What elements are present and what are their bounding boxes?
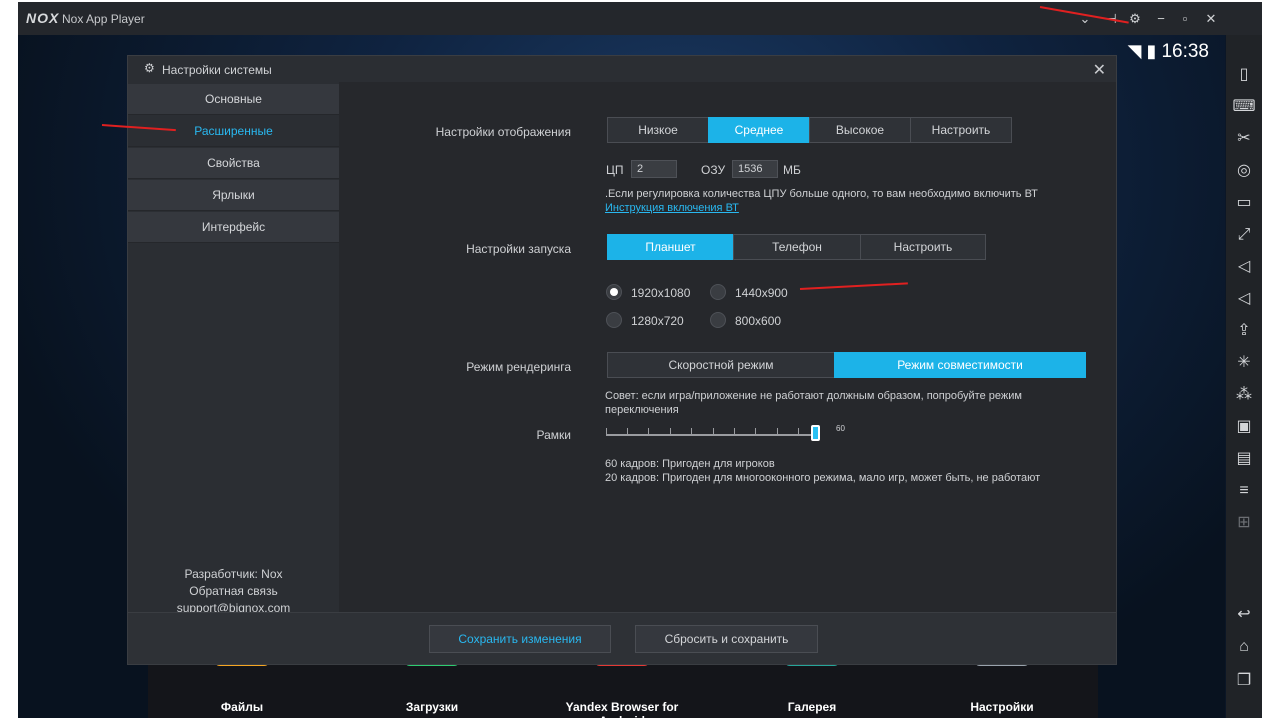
save-changes-button[interactable]: Сохранить изменения bbox=[429, 625, 611, 653]
cpu-label: ЦП bbox=[606, 163, 624, 177]
dock-label-yandex: Yandex Browser for Android bbox=[565, 700, 679, 718]
nox-logo: NOX bbox=[26, 10, 60, 26]
nav-item-advanced[interactable]: Расширенные bbox=[128, 116, 339, 147]
startup-phone-option[interactable]: Телефон bbox=[733, 234, 861, 260]
render-compat-option[interactable]: Режим совместимости bbox=[834, 352, 1086, 378]
resolution-1280-radio[interactable] bbox=[606, 312, 622, 328]
nav-item-interface[interactable]: Интерфейс bbox=[128, 212, 339, 243]
home-icon[interactable]: ⌂ bbox=[1232, 635, 1256, 659]
developer-text: Разработчик: Nox bbox=[184, 567, 283, 581]
signal-icon: ▮ bbox=[1146, 41, 1157, 61]
frames-note-60: 60 кадров: Пригоден для игроков bbox=[605, 458, 775, 470]
dialog-title-bar: ⚙ Настройки системы ✕ bbox=[128, 56, 1116, 82]
location-icon[interactable]: ◎ bbox=[1232, 159, 1256, 183]
feedback-text: Обратная связь bbox=[189, 584, 278, 598]
screenshot-icon[interactable]: ⊞ bbox=[1232, 511, 1256, 535]
dock-label-downloads: Загрузки bbox=[405, 700, 459, 714]
slider-track bbox=[606, 434, 820, 436]
resolution-800-label: 800x600 bbox=[735, 314, 782, 328]
menu-icon[interactable]: ≡ bbox=[1232, 479, 1256, 503]
status-bar: ◥ ▮ 16:38 bbox=[1128, 41, 1209, 63]
startup-custom-option[interactable]: Настроить bbox=[860, 234, 986, 260]
resolution-1920-radio[interactable] bbox=[606, 284, 622, 300]
render-speed-option[interactable]: Скоростной режим bbox=[607, 352, 835, 378]
frames-slider[interactable] bbox=[606, 420, 826, 444]
reset-and-save-button[interactable]: Сбросить и сохранить bbox=[635, 625, 818, 653]
dock-label-gallery: Галерея bbox=[787, 700, 837, 714]
display-medium-option[interactable]: Среднее bbox=[708, 117, 810, 143]
startup-settings-label: Настройки запуска bbox=[466, 242, 571, 256]
ram-label: ОЗУ bbox=[701, 163, 726, 177]
nav-item-shortcuts[interactable]: Ярлыки bbox=[128, 180, 339, 211]
vt-instructions-link[interactable]: Инструкция включения ВТ bbox=[605, 202, 739, 214]
settings-dialog: ⚙ Настройки системы ✕ Основные Расширенн… bbox=[127, 55, 1117, 665]
resolution-800-radio[interactable] bbox=[710, 312, 726, 328]
dialog-title: Настройки системы bbox=[162, 63, 272, 77]
dialog-close-icon[interactable]: ✕ bbox=[1093, 60, 1106, 80]
frames-value: 60 bbox=[836, 424, 845, 433]
startup-tablet-option[interactable]: Планшет bbox=[607, 234, 734, 260]
resolution-1280-label: 1280x720 bbox=[631, 314, 684, 328]
display-high-option[interactable]: Высокое bbox=[809, 117, 911, 143]
resolution-1440-label: 1440x900 bbox=[735, 286, 788, 300]
ram-unit: МБ bbox=[783, 163, 801, 177]
volume-up-icon[interactable]: ◁ bbox=[1232, 255, 1256, 279]
dock-label-settings: Настройки bbox=[970, 700, 1034, 714]
close-icon[interactable]: ✕ bbox=[1202, 10, 1220, 28]
settings-content: Настройки отображения Низкое Среднее Выс… bbox=[339, 82, 1116, 612]
app-title: Nox App Player bbox=[62, 12, 145, 26]
record-icon[interactable]: ▣ bbox=[1232, 415, 1256, 439]
resolution-1920-label: 1920x1080 bbox=[631, 286, 691, 300]
frames-note-20: 20 кадров: Пригоден для многооконного ре… bbox=[605, 472, 1041, 484]
display-settings-label: Настройки отображения bbox=[435, 125, 571, 139]
gear-icon: ⚙ bbox=[144, 61, 155, 75]
render-mode-label: Режим рендеринга bbox=[466, 360, 571, 374]
cpu-note: .Если регулировка количества ЦПУ больше … bbox=[605, 188, 1038, 200]
render-tip: Совет: если игра/приложение не работают … bbox=[605, 390, 1022, 416]
multi-instance-icon[interactable]: ▤ bbox=[1232, 447, 1256, 471]
macro-icon[interactable]: ⁂ bbox=[1232, 383, 1256, 407]
wifi-icon: ◥ bbox=[1127, 41, 1142, 61]
shake-icon[interactable]: ✳ bbox=[1232, 351, 1256, 375]
frames-label: Рамки bbox=[536, 428, 571, 442]
nav-item-basic[interactable]: Основные bbox=[128, 84, 339, 115]
slider-thumb[interactable] bbox=[811, 425, 820, 441]
emulator-toolbar: ▯ ⌨ ✂ ◎ ▭ ⤢ ◁ ◁ ⇪ ✳ ⁂ ▣ ▤ ≡ ⊞ ↩ ⌂ ❐ bbox=[1226, 35, 1262, 718]
back-icon[interactable]: ↩ bbox=[1232, 603, 1256, 627]
ram-input[interactable]: 1536 bbox=[732, 160, 778, 178]
cpu-input[interactable]: 2 bbox=[631, 160, 677, 178]
keyboard-icon[interactable]: ⌨ bbox=[1232, 95, 1256, 119]
volume-down-icon[interactable]: ◁ bbox=[1232, 287, 1256, 311]
emulator-window: NOX Nox App Player ⌄ ⊣ ⚙ − ▫ ✕ ◥ ▮ 16:38… bbox=[18, 2, 1262, 718]
phone-icon[interactable]: ▯ bbox=[1232, 63, 1256, 87]
title-bar: NOX Nox App Player ⌄ ⊣ ⚙ − ▫ ✕ bbox=[18, 2, 1262, 35]
display-low-option[interactable]: Низкое bbox=[607, 117, 709, 143]
clock: 16:38 bbox=[1161, 41, 1209, 62]
nav-item-properties[interactable]: Свойства bbox=[128, 148, 339, 179]
credits: Разработчик: Nox Обратная связь support@… bbox=[128, 566, 339, 617]
settings-gear-icon[interactable]: ⚙ bbox=[1126, 10, 1144, 28]
resolution-1440-radio[interactable] bbox=[710, 284, 726, 300]
dock-label-files: Файлы bbox=[220, 700, 264, 714]
maximize-icon[interactable]: ▫ bbox=[1176, 10, 1194, 28]
recent-apps-icon[interactable]: ❐ bbox=[1232, 669, 1256, 693]
display-custom-option[interactable]: Настроить bbox=[910, 117, 1012, 143]
settings-nav: Основные Расширенные Свойства Ярлыки Инт… bbox=[128, 82, 339, 615]
fullscreen-icon[interactable]: ⤢ bbox=[1232, 223, 1256, 247]
scissors-icon[interactable]: ✂ bbox=[1232, 127, 1256, 151]
minimize-icon[interactable]: − bbox=[1152, 10, 1170, 28]
screen-icon[interactable]: ▭ bbox=[1232, 191, 1256, 215]
install-apk-icon[interactable]: ⇪ bbox=[1232, 319, 1256, 343]
dialog-footer: Сохранить изменения Сбросить и сохранить bbox=[128, 612, 1116, 664]
